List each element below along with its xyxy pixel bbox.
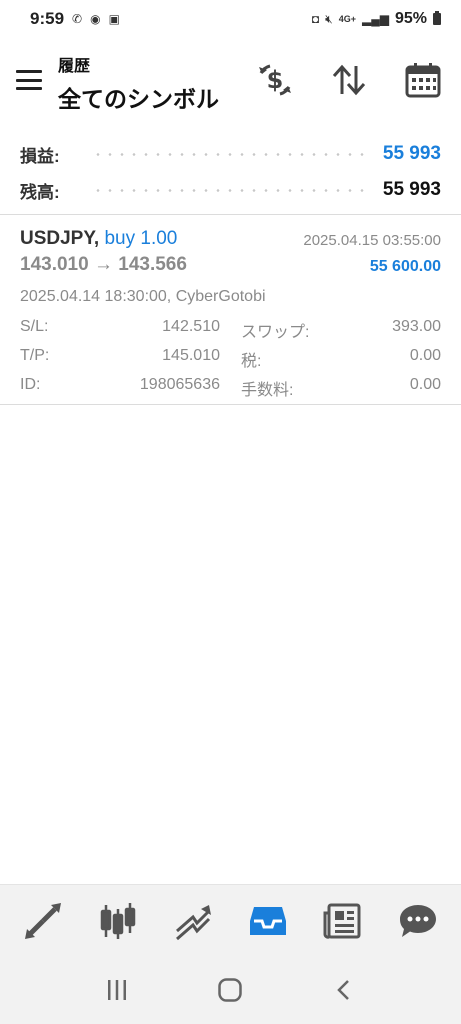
system-nav-bar: [0, 956, 461, 1024]
gallery-notification-icon: ▣: [108, 12, 120, 26]
tp-label: T/P:: [20, 347, 50, 364]
sort-button[interactable]: [329, 60, 369, 100]
calendar-button[interactable]: [403, 60, 443, 100]
trend-lines-icon: [176, 904, 212, 940]
history-inbox-icon: [249, 906, 286, 935]
trade-list-item[interactable]: USDJPY, buy 1.00 2025.04.15 03:55:00 143…: [0, 216, 461, 404]
back-icon: [337, 980, 350, 1000]
sort-arrows-icon: [332, 64, 366, 96]
detail-row: ID: 198065636 手数料: 0.00: [20, 372, 441, 401]
divider: [0, 404, 461, 405]
news-icon: [323, 903, 361, 939]
tab-history[interactable]: [238, 891, 298, 951]
commission-value: 0.00: [409, 376, 441, 393]
summary-panel: 損益: 55 993 残高: 55 993: [20, 136, 441, 208]
battery-percent: 95%: [394, 10, 427, 27]
trade-header: USDJPY, buy 1.00: [20, 228, 177, 250]
back-button[interactable]: [319, 965, 369, 1015]
tax-value: 0.00: [409, 347, 441, 364]
trade-symbol: USDJPY,: [20, 228, 100, 249]
trade-open-info: 2025.04.14 18:30:00, CyberGotobi: [20, 288, 266, 305]
lock-notification-icon: ◘: [311, 12, 320, 26]
status-time: 9:59: [30, 9, 65, 28]
id-value: 198065636: [139, 376, 220, 393]
trade-profit: 55 600.00: [369, 258, 441, 275]
app-header: 履歴 全てのシンボル $: [0, 44, 461, 120]
detail-row: T/P: 145.010 税: 0.00: [20, 343, 441, 372]
recents-button[interactable]: [92, 965, 142, 1015]
balance-row: 残高: 55 993: [20, 172, 441, 208]
home-icon: [218, 978, 243, 1002]
sl-value: 142.510: [162, 318, 220, 335]
swap-label: スワップ:: [241, 324, 310, 341]
trade-prices: 143.010 → 143.566: [20, 254, 187, 276]
commission-label: 手数料:: [241, 382, 294, 399]
trade-type: buy 1.00: [104, 228, 178, 249]
tab-trade[interactable]: [163, 891, 223, 951]
tab-quotes[interactable]: [13, 891, 73, 951]
header-subtitle: 履歴: [58, 58, 91, 75]
battery-icon: [433, 11, 441, 25]
wifi-call-icon: ✆: [72, 12, 83, 26]
swap-value: 393.00: [392, 318, 441, 335]
profit-label: 損益:: [20, 146, 60, 166]
tp-value: 145.010: [162, 347, 220, 364]
menu-icon[interactable]: [16, 70, 42, 90]
price-arrow: →: [93, 254, 113, 275]
balance-value: 55 993: [382, 179, 441, 200]
header-titles: 履歴 全てのシンボル: [58, 52, 219, 114]
trade-details: S/L: 142.510 スワップ: 393.00 T/P: 145.010 税…: [20, 314, 441, 401]
svg-text:$: $: [267, 66, 284, 94]
divider: [0, 214, 461, 215]
sl-label: S/L:: [20, 318, 49, 335]
home-button[interactable]: [205, 965, 255, 1015]
profit-row: 損益: 55 993: [20, 136, 441, 172]
network-type: 4G+: [338, 14, 356, 24]
chat-icon: [399, 904, 436, 937]
profit-display-button[interactable]: $: [255, 60, 295, 100]
dollar-exchange-icon: $: [259, 64, 291, 96]
page-title[interactable]: 全てのシンボル: [58, 80, 219, 114]
dotted-leader: [92, 152, 367, 156]
detail-row: S/L: 142.510 スワップ: 393.00: [20, 314, 441, 343]
bottom-tab-bar: [0, 884, 461, 956]
profit-value: 55 993: [382, 143, 441, 164]
tab-chat[interactable]: [388, 891, 448, 951]
price-close: 143.566: [118, 254, 187, 275]
id-label: ID:: [20, 376, 41, 393]
app-notification-icon: ◉: [90, 12, 101, 26]
recents-icon: [107, 980, 126, 1000]
signal-icon: ▂▄▆: [362, 12, 389, 26]
mute-icon: 🔇︎: [325, 11, 333, 26]
status-bar: 9:59 ✆ ◉ ▣ ◘ 🔇︎ 4G+ ▂▄▆ 95%: [0, 0, 461, 38]
trade-close-time: 2025.04.15 03:55:00: [303, 232, 441, 249]
balance-label: 残高:: [20, 182, 60, 202]
tax-label: 税:: [241, 353, 262, 370]
candlestick-chart-icon: [100, 902, 136, 939]
tab-chart[interactable]: [88, 891, 148, 951]
calendar-icon: [405, 63, 441, 98]
price-open: 143.010: [20, 254, 89, 275]
trade-arrows-icon: [25, 902, 62, 939]
dotted-leader: [92, 188, 367, 192]
tab-news[interactable]: [313, 891, 373, 951]
